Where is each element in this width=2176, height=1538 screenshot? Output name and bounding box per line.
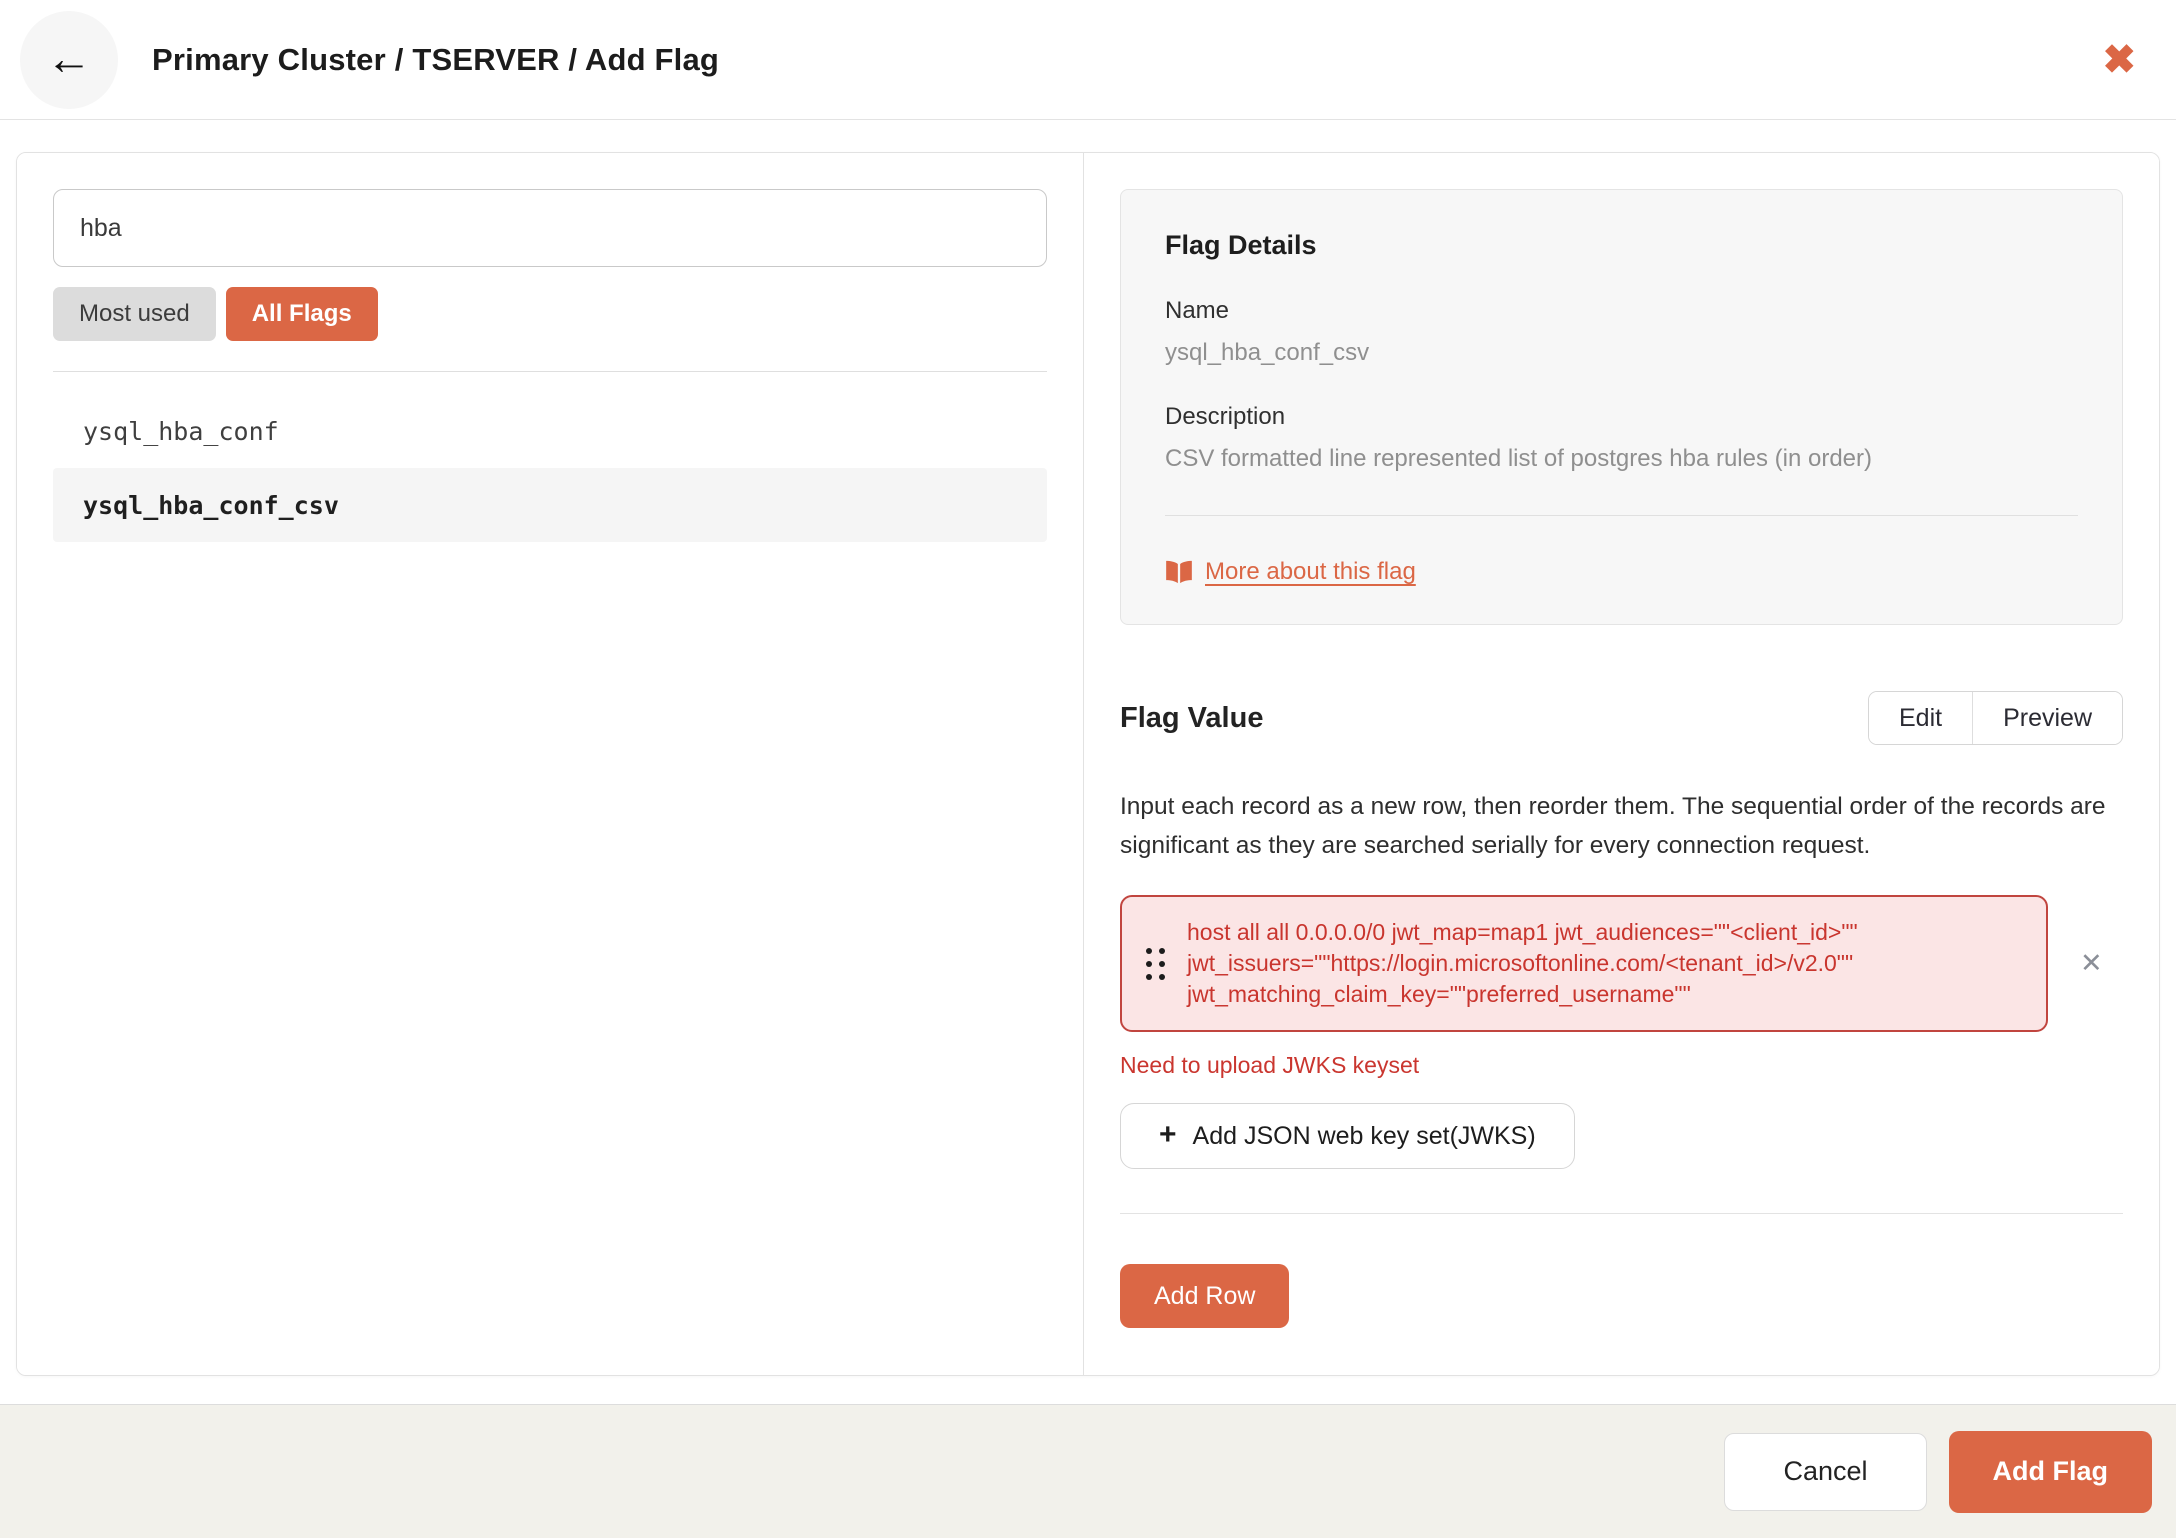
filter-all-flags-button[interactable]: All Flags (225, 287, 378, 341)
edit-preview-toggle: Edit Preview (1867, 691, 2123, 745)
close-icon: ✖ (2102, 37, 2136, 82)
flag-search-input[interactable] (53, 189, 1047, 267)
flag-description-value: CSV formatted line represented list of p… (1165, 445, 1873, 472)
preview-tab[interactable]: Preview (1972, 692, 2122, 744)
modal-footer: Cancel Add Flag (0, 1404, 2176, 1538)
filter-toggle-group: Most used All Flags (53, 287, 1047, 341)
modal-header: ← Primary Cluster / TSERVER / Add Flag ✖ (0, 0, 2176, 120)
jwks-error-message: Need to upload JWKS keyset (1120, 1052, 1420, 1078)
divider (1120, 1213, 2123, 1214)
flag-value-row-wrapper: host all all 0.0.0.0/0 jwt_map=map1 jwt_… (1120, 895, 2123, 1032)
arrow-left-icon: ← (46, 31, 92, 84)
divider (1165, 515, 2078, 516)
flag-list: ysql_hba_conf ysql_hba_conf_csv (53, 394, 1047, 542)
flag-search-panel: Most used All Flags ysql_hba_conf ysql_h… (17, 153, 1084, 1375)
flag-name-value: ysql_hba_conf_csv (1165, 339, 1370, 366)
flag-details-card: Flag Details Name ysql_hba_conf_csv Desc… (1120, 189, 2123, 625)
close-button[interactable]: ✖ (2102, 40, 2136, 80)
flag-description-label: Description (1165, 403, 1286, 430)
flag-detail-panel: Flag Details Name ysql_hba_conf_csv Desc… (1084, 153, 2159, 1375)
flag-value-row[interactable]: host all all 0.0.0.0/0 jwt_map=map1 jwt_… (1120, 895, 2048, 1032)
add-row-button[interactable]: Add Row (1120, 1264, 1290, 1328)
back-button[interactable]: ← (20, 10, 118, 109)
divider (53, 371, 1047, 372)
filter-most-used-button[interactable]: Most used (53, 287, 216, 341)
add-jwks-button[interactable]: + Add JSON web key set(JWKS) (1120, 1103, 1575, 1169)
flag-value-title: Flag Value (1120, 701, 1264, 734)
more-about-flag-link[interactable]: More about this flag (1165, 558, 1416, 586)
flag-value-row-text: host all all 0.0.0.0/0 jwt_map=map1 jwt_… (1187, 919, 1858, 1007)
flag-list-item-selected[interactable]: ysql_hba_conf_csv (53, 468, 1047, 542)
add-flag-modal: ← Primary Cluster / TSERVER / Add Flag ✖… (0, 0, 2176, 1538)
content-card: Most used All Flags ysql_hba_conf ysql_h… (16, 152, 2160, 1376)
remove-row-button[interactable]: ✕ (2080, 950, 2103, 977)
open-book-icon (1166, 560, 1192, 584)
add-flag-button[interactable]: Add Flag (1948, 1430, 2152, 1513)
more-about-flag-label: More about this flag (1205, 558, 1416, 585)
flag-details-title: Flag Details (1165, 230, 1317, 260)
flag-name-label: Name (1165, 297, 1230, 324)
edit-tab[interactable]: Edit (1868, 692, 1973, 744)
flag-list-item[interactable]: ysql_hba_conf (53, 394, 1047, 468)
plus-icon: + (1159, 1118, 1177, 1151)
page-title: Primary Cluster / TSERVER / Add Flag (152, 41, 720, 77)
drag-handle-icon[interactable] (1146, 947, 1165, 980)
add-jwks-label: Add JSON web key set(JWKS) (1192, 1121, 1536, 1150)
flag-value-instructions: Input each record as a new row, then reo… (1120, 793, 2106, 859)
cancel-button[interactable]: Cancel (1724, 1432, 1927, 1511)
close-icon: ✕ (2080, 948, 2103, 978)
flag-value-header: Flag Value Edit Preview (1120, 691, 2123, 745)
